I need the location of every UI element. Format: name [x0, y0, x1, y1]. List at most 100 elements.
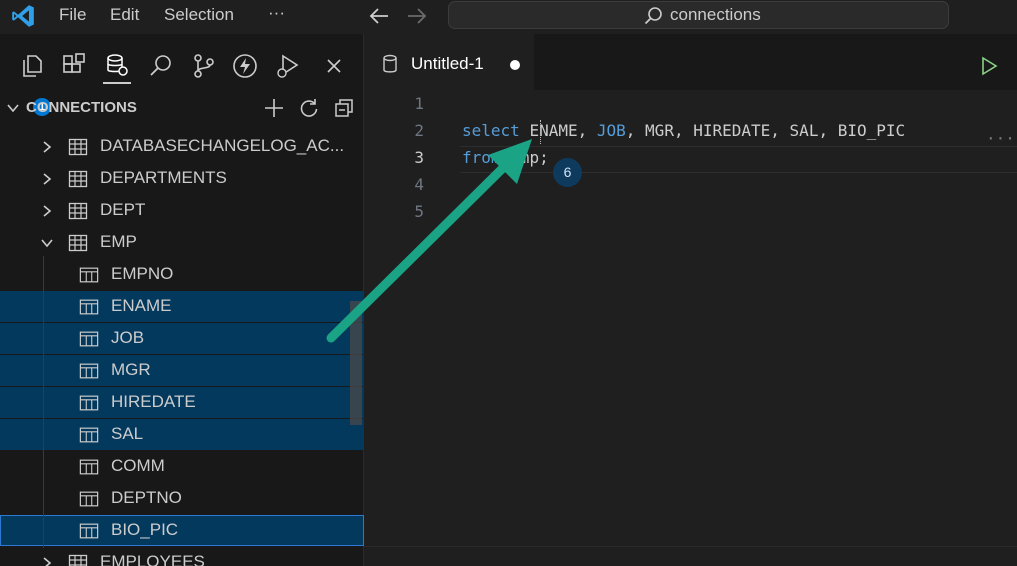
collapse-all-icon[interactable] — [333, 97, 355, 119]
search-icon — [644, 7, 662, 25]
refresh-icon[interactable] — [298, 97, 320, 119]
overflow-ellipsis: ··· — [986, 129, 1015, 148]
column-icon — [79, 395, 99, 411]
tree-row-departments[interactable]: DEPARTMENTS — [0, 163, 364, 194]
tree-item-label: MGR — [111, 360, 151, 379]
explorer-icon[interactable] — [19, 52, 47, 80]
line-number: 2 — [414, 121, 424, 140]
table-icon — [68, 138, 88, 156]
source-control-icon[interactable] — [190, 52, 218, 80]
editor-area: Untitled-1 1 2 3 4 5 select ENAME, JOB, … — [364, 34, 1017, 566]
tree-item-label: SAL — [111, 424, 144, 443]
separator: , — [577, 121, 597, 140]
statement-terminator: ; — [539, 148, 549, 167]
connections-section-header[interactable]: CONNECTIONS — [0, 93, 364, 123]
line-number: 4 — [414, 175, 424, 194]
close-icon[interactable] — [320, 52, 348, 80]
column-ref: JOB — [596, 121, 626, 140]
search-view-icon[interactable] — [147, 52, 175, 80]
section-title: CONNECTIONS — [26, 99, 137, 116]
column-icon — [79, 491, 99, 507]
column-ref: MGR — [645, 121, 674, 140]
column-icon — [79, 427, 99, 443]
add-connection-icon[interactable] — [263, 97, 285, 119]
tree-row-column-sal[interactable]: SAL — [0, 419, 364, 450]
tree-row-column-bio-pic[interactable]: BIO_PIC — [0, 515, 364, 546]
tree-item-label: BIO_PIC — [111, 520, 179, 539]
connections-tree: DATABASECHANGELOG_AC... DEPARTMENTS DEPT… — [0, 123, 364, 566]
sql-keyword: from — [462, 148, 501, 167]
column-ref: HIREDATE — [693, 121, 771, 140]
chevron-right-icon — [43, 557, 52, 566]
tree-row-column-empno[interactable]: EMPNO — [0, 259, 364, 290]
tree-item-label: EMP — [100, 232, 137, 251]
search-text: connections — [670, 5, 761, 24]
tree-item-label: ENAME — [111, 296, 172, 315]
menu-edit[interactable]: Edit — [110, 5, 139, 25]
unsaved-dot-icon[interactable] — [510, 60, 520, 70]
lightning-icon[interactable] — [231, 52, 259, 80]
tree-item-label: EMPNO — [111, 264, 174, 283]
extensions-icon[interactable] — [61, 52, 89, 80]
tree-row-employees[interactable]: EMPLOYEES — [0, 547, 364, 566]
forward-arrow-icon[interactable] — [406, 6, 428, 26]
tree-item-label: DATABASECHANGELOG_AC... — [100, 136, 345, 155]
column-icon — [79, 299, 99, 315]
column-ref: BIO_PIC — [837, 121, 906, 140]
tree-row-column-job[interactable]: JOB — [0, 323, 364, 354]
tree-item-label: DEPARTMENTS — [100, 168, 227, 187]
text-cursor — [540, 120, 542, 144]
menu-more[interactable]: ··· — [268, 3, 285, 23]
table-icon — [68, 202, 88, 220]
tree-item-label: DEPT — [100, 200, 146, 219]
separator: , — [673, 121, 694, 140]
editor-tab-bar: Untitled-1 — [364, 34, 1017, 90]
vscode-logo-icon — [12, 5, 34, 27]
tree-item-label: COMM — [111, 456, 165, 475]
tree-row-dept[interactable]: DEPT — [0, 195, 364, 226]
indent-guide — [43, 256, 44, 548]
tree-row-emp[interactable]: EMP — [0, 227, 364, 258]
tree-row-databasechangelog[interactable]: DATABASECHANGELOG_AC... — [0, 131, 364, 162]
code-line-3[interactable]: from emp; — [462, 148, 549, 167]
chevron-down-icon — [7, 104, 19, 113]
tab-untitled-1[interactable]: Untitled-1 — [364, 34, 534, 90]
sidebar-scrollbar-thumb[interactable] — [350, 301, 362, 425]
table-icon — [68, 170, 88, 188]
column-icon — [79, 523, 99, 539]
table-icon — [68, 554, 88, 566]
menu-selection[interactable]: Selection — [164, 5, 234, 25]
column-ref: ENAME — [529, 121, 578, 140]
tree-row-column-ename[interactable]: ENAME — [0, 291, 364, 322]
chevron-right-icon — [43, 205, 52, 217]
table-ref: emp — [510, 148, 540, 167]
tree-item-label: DEPTNO — [111, 488, 182, 507]
separator: , — [625, 121, 646, 140]
command-center-search[interactable]: connections — [448, 1, 949, 29]
tree-row-column-deptno[interactable]: DEPTNO — [0, 483, 364, 514]
line-number: 3 — [414, 148, 424, 167]
database-icon — [383, 54, 397, 73]
panel-divider — [364, 546, 1017, 547]
tree-row-column-hiredate[interactable]: HIREDATE — [0, 387, 364, 418]
drag-count-badge: 6 — [553, 158, 582, 187]
line-number: 5 — [414, 202, 424, 221]
run-query-icon[interactable] — [980, 56, 998, 76]
line-number: 1 — [414, 94, 424, 113]
sidebar: 1 CONNECTIONS DATABASECHANGELOG_AC... DE… — [0, 34, 364, 566]
back-arrow-icon[interactable] — [368, 6, 390, 26]
code-line-2[interactable]: select ENAME, JOB, MGR, HIREDATE, SAL, B… — [462, 121, 905, 140]
sql-keyword: select — [462, 121, 520, 140]
column-icon — [79, 331, 99, 347]
tree-row-column-comm[interactable]: COMM — [0, 451, 364, 482]
title-bar: File Edit Selection ··· connections — [0, 0, 1017, 34]
tree-row-column-mgr[interactable]: MGR — [0, 355, 364, 386]
column-icon — [79, 363, 99, 379]
separator: , — [818, 121, 838, 140]
table-icon — [68, 234, 88, 252]
column-ref: SAL — [789, 121, 819, 140]
database-connections-icon[interactable] — [103, 52, 131, 84]
run-debug-icon[interactable] — [274, 52, 302, 80]
menu-file[interactable]: File — [59, 5, 86, 25]
tree-item-label: HIREDATE — [111, 392, 196, 411]
